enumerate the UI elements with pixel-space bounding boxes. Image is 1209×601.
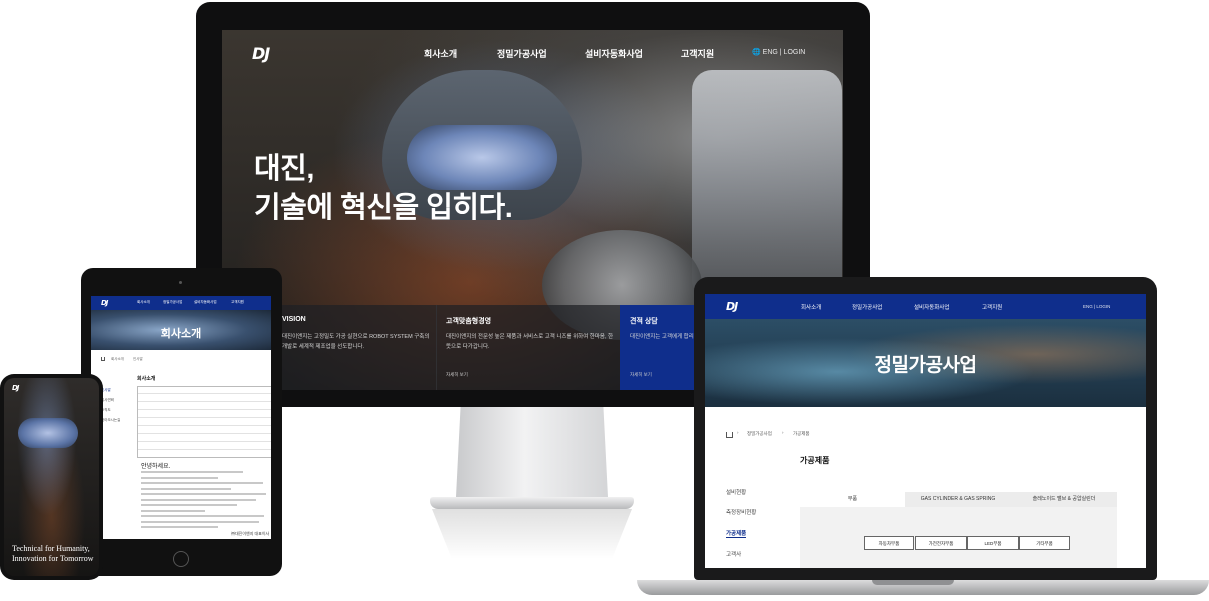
laptop-nav-support[interactable]: 고객지원	[982, 303, 1002, 311]
card-desc: 대진이앤지는 고정밀도 가공 실현으로 ROBOT SYSTEM 구축의 개발로…	[282, 334, 430, 350]
tablet-screen: DJ 회사소개 정밀가공사업 설비자동화사업 고객지원 회사소개 회사소개 인사…	[91, 296, 271, 539]
tablet-nav: DJ 회사소개 정밀가공사업 설비자동화사업 고객지원	[91, 296, 271, 310]
breadcrumb-level2[interactable]: 인사말	[133, 357, 143, 362]
monitor-nav-support[interactable]: 고객지원	[681, 47, 714, 60]
breadcrumb-level1[interactable]: 정밀가공사업	[747, 431, 772, 437]
sidebar-item-equipment[interactable]: 설비현황	[726, 488, 746, 496]
laptop-lang-login[interactable]: ENG | LOGIN	[1083, 304, 1110, 309]
auto-parts-button[interactable]: 자동차부품	[864, 536, 914, 550]
tablet-banner-title: 회사소개	[160, 328, 202, 340]
tab-parts[interactable]: 부품	[800, 492, 905, 507]
machine-image	[692, 70, 842, 300]
monitor-nav-company[interactable]: 회사소개	[424, 47, 457, 60]
monitor-nav: DJ 회사소개 정밀가공사업 설비자동화사업 고객지원 🌐 ENG | LOGI…	[222, 30, 843, 76]
tablet-nav-automation[interactable]: 설비자동화사업	[194, 300, 217, 305]
sidebar-item-measurement[interactable]: 측정장비현황	[726, 508, 756, 516]
monitor-nav-precision[interactable]: 정밀가공사업	[497, 47, 547, 60]
chevron-right-icon: ›	[737, 430, 739, 435]
tablet-nav-support[interactable]: 고객지원	[231, 300, 244, 305]
sidebar-item-location[interactable]: 찾아오시는길	[101, 418, 120, 423]
card-title: 견적 상담	[630, 318, 658, 325]
monitor-nav-automation[interactable]: 설비자동화사업	[585, 47, 643, 60]
tablet-camera	[179, 281, 182, 284]
laptop-nav: DJ 회사소개 정밀가공사업 설비자동화사업 고객지원 ENG | LOGIN	[705, 294, 1146, 319]
monitor-lang-label: ENG | LOGIN	[762, 49, 806, 56]
sidebar-item-clients[interactable]: 고객사	[726, 550, 741, 558]
laptop-nav-automation[interactable]: 설비자동화사업	[914, 303, 949, 311]
electronics-parts-button[interactable]: 가전전자부품	[915, 536, 967, 550]
led-parts-button[interactable]: LED부품	[967, 536, 1019, 550]
tablet-home-button[interactable]	[173, 551, 189, 567]
laptop-nav-company[interactable]: 회사소개	[801, 303, 821, 311]
tablet-logo[interactable]: DJ	[101, 299, 108, 307]
laptop-screen: DJ 회사소개 정밀가공사업 설비자동화사업 고객지원 ENG | LOGIN …	[705, 294, 1146, 568]
monitor-hero-line1: 대진,	[254, 153, 314, 185]
tab-gas-cylinder[interactable]: GAS CYLINDER & GAS SPRING	[905, 492, 1011, 507]
other-parts-button[interactable]: 기타부품	[1019, 536, 1070, 550]
phone-logo[interactable]: DJ	[12, 384, 19, 392]
breadcrumb-level2[interactable]: 가공제품	[793, 431, 810, 437]
laptop-logo[interactable]: DJ	[726, 300, 738, 313]
home-icon[interactable]	[101, 357, 105, 361]
chevron-right-icon: ›	[782, 430, 784, 435]
monitor-stand-shadow	[432, 509, 632, 559]
phone-screen: DJ Technical for Humanity, Innovation fo…	[4, 378, 99, 576]
monitor-lang-login[interactable]: 🌐 ENG | LOGIN	[752, 48, 805, 56]
monitor-hero-line2: 기술에 혁신을 입히다.	[254, 192, 513, 224]
monitor-card-customer[interactable]: 고객맞춤형경영 대진이앤지의 전문성 높은 제품과 서비스로 고객 니즈를 위하…	[436, 305, 621, 390]
monitor-stand-base	[430, 497, 634, 509]
tablet-nav-company[interactable]: 회사소개	[137, 300, 150, 305]
laptop-nav-precision[interactable]: 정밀가공사업	[852, 303, 882, 311]
monitor-hero-heading: 대진, 기술에 혁신을 입히다.	[254, 150, 513, 228]
laptop-page-title: 가공제품	[800, 456, 830, 465]
tab-solenoid[interactable]: 솔레노이드 밸브 & 공압실린더	[1011, 492, 1117, 507]
globe-icon: 🌐	[752, 49, 761, 56]
tablet-greeting: 안녕하세요.	[141, 464, 171, 470]
laptop-tab-bar: 부품 GAS CYLINDER & GAS SPRING 솔레노이드 밸브 & …	[800, 492, 1117, 507]
tablet-nav-precision[interactable]: 정밀가공사업	[163, 300, 182, 305]
card-title: 고객맞춤형경영	[446, 318, 492, 325]
card-more-link[interactable]: 자세히 보기	[630, 372, 652, 378]
welding-visor-image	[18, 418, 78, 448]
card-title: VISION	[282, 316, 306, 323]
tablet-page-title: 회사소개	[137, 376, 156, 382]
monitor-stand-neck	[456, 407, 608, 497]
tablet-signature: ㈜대진이앤지 대표이사	[231, 531, 270, 536]
phone-hero-text: Technical for Humanity, Innovation for T…	[12, 544, 94, 563]
monitor-logo[interactable]: DJ	[252, 44, 270, 63]
card-more-link[interactable]: 자세히 보기	[446, 372, 468, 378]
laptop-banner-title: 정밀가공사업	[874, 355, 977, 376]
sidebar-item-products[interactable]: 가공제품	[726, 529, 747, 538]
home-icon[interactable]	[726, 432, 733, 438]
building-illustration	[137, 386, 271, 458]
card-desc: 대진이앤지의 전문성 높은 제품과 서비스로 고객 니즈를 위하여 한마음, 한…	[446, 334, 614, 350]
breadcrumb-level1[interactable]: 회사소개	[111, 357, 124, 362]
laptop-notch	[872, 580, 954, 585]
tablet-body-text	[141, 471, 269, 532]
